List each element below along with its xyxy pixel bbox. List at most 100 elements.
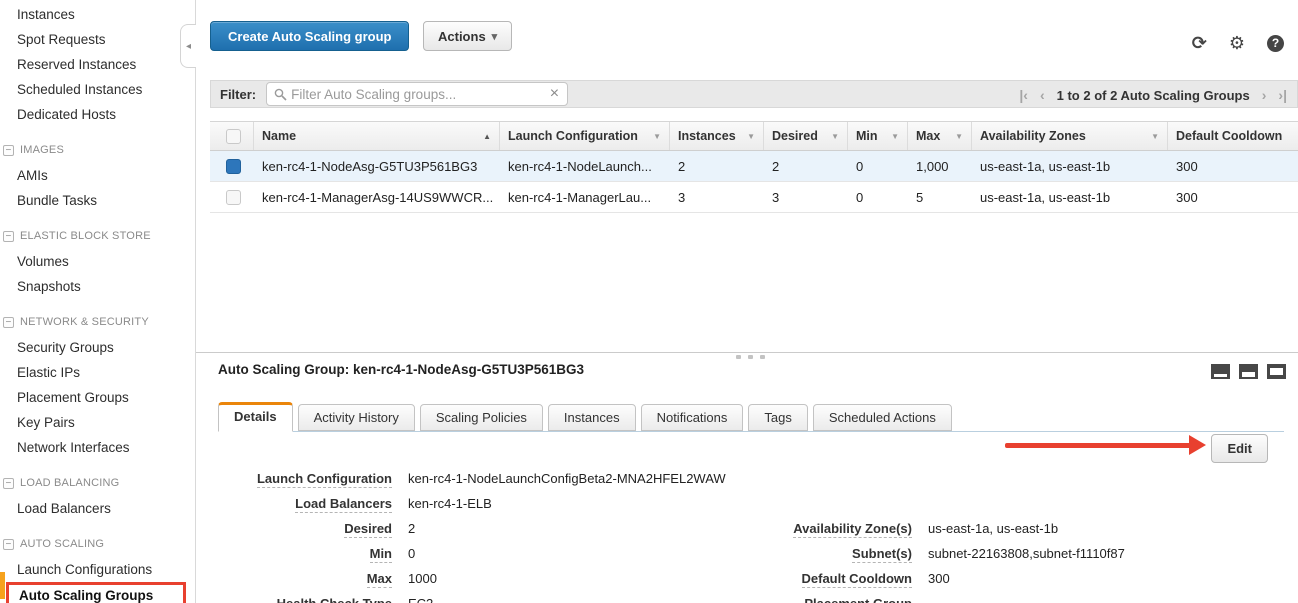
sort-down-icon: ▼ [1151, 132, 1159, 141]
column-header-desired[interactable]: Desired ▼ [764, 122, 848, 150]
tab-tags[interactable]: Tags [748, 404, 807, 431]
sidebar-section-list: Volumes Snapshots [0, 247, 195, 299]
column-header-name[interactable]: Name ▲ [254, 122, 500, 150]
tab-scheduled-actions[interactable]: Scheduled Actions [813, 404, 952, 431]
sidebar-item-key-pairs[interactable]: Key Pairs [0, 410, 195, 435]
panel-layout-small-icon[interactable] [1211, 364, 1230, 379]
sidebar-item-scheduled-instances[interactable]: Scheduled Instances [0, 77, 195, 102]
sidebar-section-label: ELASTIC BLOCK STORE [20, 225, 151, 247]
filter-band: Filter: × |‹ ‹ 1 to 2 of 2 Auto Scaling … [210, 80, 1298, 108]
column-header-launch-configuration[interactable]: Launch Configuration ▼ [500, 122, 670, 150]
sidebar-section-network-security: − NETWORK & SECURITY Security Groups Ela… [0, 311, 195, 460]
field-label: Load Balancers [196, 496, 392, 511]
panel-layout-medium-icon[interactable] [1239, 364, 1258, 379]
page-last-icon[interactable]: ›| [1278, 87, 1287, 103]
select-all-checkbox[interactable] [226, 129, 241, 144]
sidebar-section-header-ebs[interactable]: − ELASTIC BLOCK STORE [0, 225, 195, 247]
field-label: Placement Group [716, 596, 912, 603]
gear-icon[interactable]: ⚙ [1229, 34, 1245, 52]
sidebar-section-header-auto-scaling[interactable]: − AUTO SCALING [0, 533, 195, 555]
sidebar-item-auto-scaling-groups[interactable]: Auto Scaling Groups [6, 582, 186, 603]
page-next-icon[interactable]: › [1262, 87, 1267, 103]
panel-drag-handle[interactable] [736, 355, 765, 359]
create-auto-scaling-group-button[interactable]: Create Auto Scaling group [210, 21, 409, 51]
sidebar-section-header-load-balancing[interactable]: − LOAD BALANCING [0, 472, 195, 494]
sidebar-item-launch-configurations[interactable]: Launch Configurations [0, 557, 195, 582]
refresh-icon[interactable]: ⟳ [1192, 34, 1207, 52]
field-label: Launch Configuration [196, 471, 392, 486]
sidebar-item-security-groups[interactable]: Security Groups [0, 335, 195, 360]
column-label: Launch Configuration [508, 129, 638, 143]
column-header-availability-zones[interactable]: Availability Zones ▼ [972, 122, 1168, 150]
asg-table: Name ▲ Launch Configuration ▼ Instances … [210, 121, 1298, 213]
table-row[interactable]: ken-rc4-1-ManagerAsg-14US9WWCR... ken-rc… [210, 182, 1298, 213]
edit-button[interactable]: Edit [1211, 434, 1268, 463]
cell-launch-configuration: ken-rc4-1-NodeLaunch... [500, 151, 670, 181]
help-icon[interactable]: ? [1267, 35, 1284, 52]
tab-instances[interactable]: Instances [548, 404, 636, 431]
row-checkbox-checked[interactable] [226, 159, 241, 174]
tab-notifications[interactable]: Notifications [641, 404, 744, 431]
filter-label: Filter: [220, 87, 256, 102]
field-row: Placement Group [716, 596, 1125, 603]
field-row: Min 0 [196, 546, 726, 571]
clear-search-icon[interactable]: × [550, 86, 559, 102]
sidebar-item-bundle-tasks[interactable]: Bundle Tasks [0, 188, 195, 213]
row-checkbox[interactable] [226, 190, 241, 205]
sidebar-item-placement-groups[interactable]: Placement Groups [0, 385, 195, 410]
main-content: Create Auto Scaling group Actions ▾ ⟳ ⚙ … [196, 0, 1298, 603]
sidebar-item-amis[interactable]: AMIs [0, 163, 195, 188]
table-row[interactable]: ken-rc4-1-NodeAsg-G5TU3P561BG3 ken-rc4-1… [210, 151, 1298, 182]
field-row: Launch Configuration ken-rc4-1-NodeLaunc… [196, 471, 726, 496]
sidebar-item-instances[interactable]: Instances [0, 2, 195, 27]
column-header-instances[interactable]: Instances ▼ [670, 122, 764, 150]
tab-scaling-policies[interactable]: Scaling Policies [420, 404, 543, 431]
pagination: |‹ ‹ 1 to 2 of 2 Auto Scaling Groups › ›… [1019, 81, 1287, 109]
page-first-icon[interactable]: |‹ [1019, 87, 1028, 103]
row-select-cell [210, 151, 254, 181]
filter-search-input[interactable] [287, 87, 550, 102]
field-label: Desired [196, 521, 392, 536]
panel-layout-large-icon[interactable] [1267, 364, 1286, 379]
field-value: EC2 [408, 596, 433, 603]
search-icon [274, 88, 287, 101]
detail-fields-left: Launch Configuration ken-rc4-1-NodeLaunc… [196, 471, 726, 603]
column-header-min[interactable]: Min ▼ [848, 122, 908, 150]
page-prev-icon[interactable]: ‹ [1040, 87, 1045, 103]
pagination-text: 1 to 2 of 2 Auto Scaling Groups [1057, 88, 1250, 103]
field-row: Subnet(s) subnet-22163808,subnet-f1110f8… [716, 546, 1125, 571]
sort-down-icon: ▼ [653, 132, 661, 141]
sidebar-item-load-balancers[interactable]: Load Balancers [0, 496, 195, 521]
cell-desired: 2 [764, 151, 848, 181]
field-value: 2 [408, 521, 415, 536]
actions-button[interactable]: Actions ▾ [423, 21, 512, 51]
sidebar-item-elastic-ips[interactable]: Elastic IPs [0, 360, 195, 385]
sidebar-item-reserved-instances[interactable]: Reserved Instances [0, 52, 195, 77]
field-value: ken-rc4-1-NodeLaunchConfigBeta2-MNA2HFEL… [408, 471, 726, 486]
select-all-cell [210, 122, 254, 150]
sidebar-item-network-interfaces[interactable]: Network Interfaces [0, 435, 195, 460]
column-header-default-cooldown[interactable]: Default Cooldown [1168, 122, 1298, 150]
sort-asc-icon: ▲ [483, 132, 491, 141]
cell-min: 0 [848, 151, 908, 181]
column-label: Desired [772, 129, 818, 143]
cell-name: ken-rc4-1-ManagerAsg-14US9WWCR... [254, 182, 500, 212]
collapse-minus-icon: − [3, 539, 14, 550]
collapse-minus-icon: − [3, 231, 14, 242]
tab-details[interactable]: Details [218, 402, 293, 432]
tab-activity-history[interactable]: Activity History [298, 404, 415, 431]
sidebar-item-snapshots[interactable]: Snapshots [0, 274, 195, 299]
sidebar-item-volumes[interactable]: Volumes [0, 249, 195, 274]
sidebar-section-label: AUTO SCALING [20, 533, 104, 555]
sidebar-top-list: Instances Spot Requests Reserved Instanc… [0, 0, 195, 127]
sidebar-item-dedicated-hosts[interactable]: Dedicated Hosts [0, 102, 195, 127]
sidebar-collapse-tab[interactable]: ◂ [180, 24, 196, 68]
sidebar-item-spot-requests[interactable]: Spot Requests [0, 27, 195, 52]
collapse-minus-icon: − [3, 145, 14, 156]
cell-availability-zones: us-east-1a, us-east-1b [972, 182, 1168, 212]
column-label: Max [916, 129, 940, 143]
sidebar-section-header-images[interactable]: − IMAGES [0, 139, 195, 161]
column-header-max[interactable]: Max ▼ [908, 122, 972, 150]
sidebar-section-header-network-security[interactable]: − NETWORK & SECURITY [0, 311, 195, 333]
sort-down-icon: ▼ [831, 132, 839, 141]
